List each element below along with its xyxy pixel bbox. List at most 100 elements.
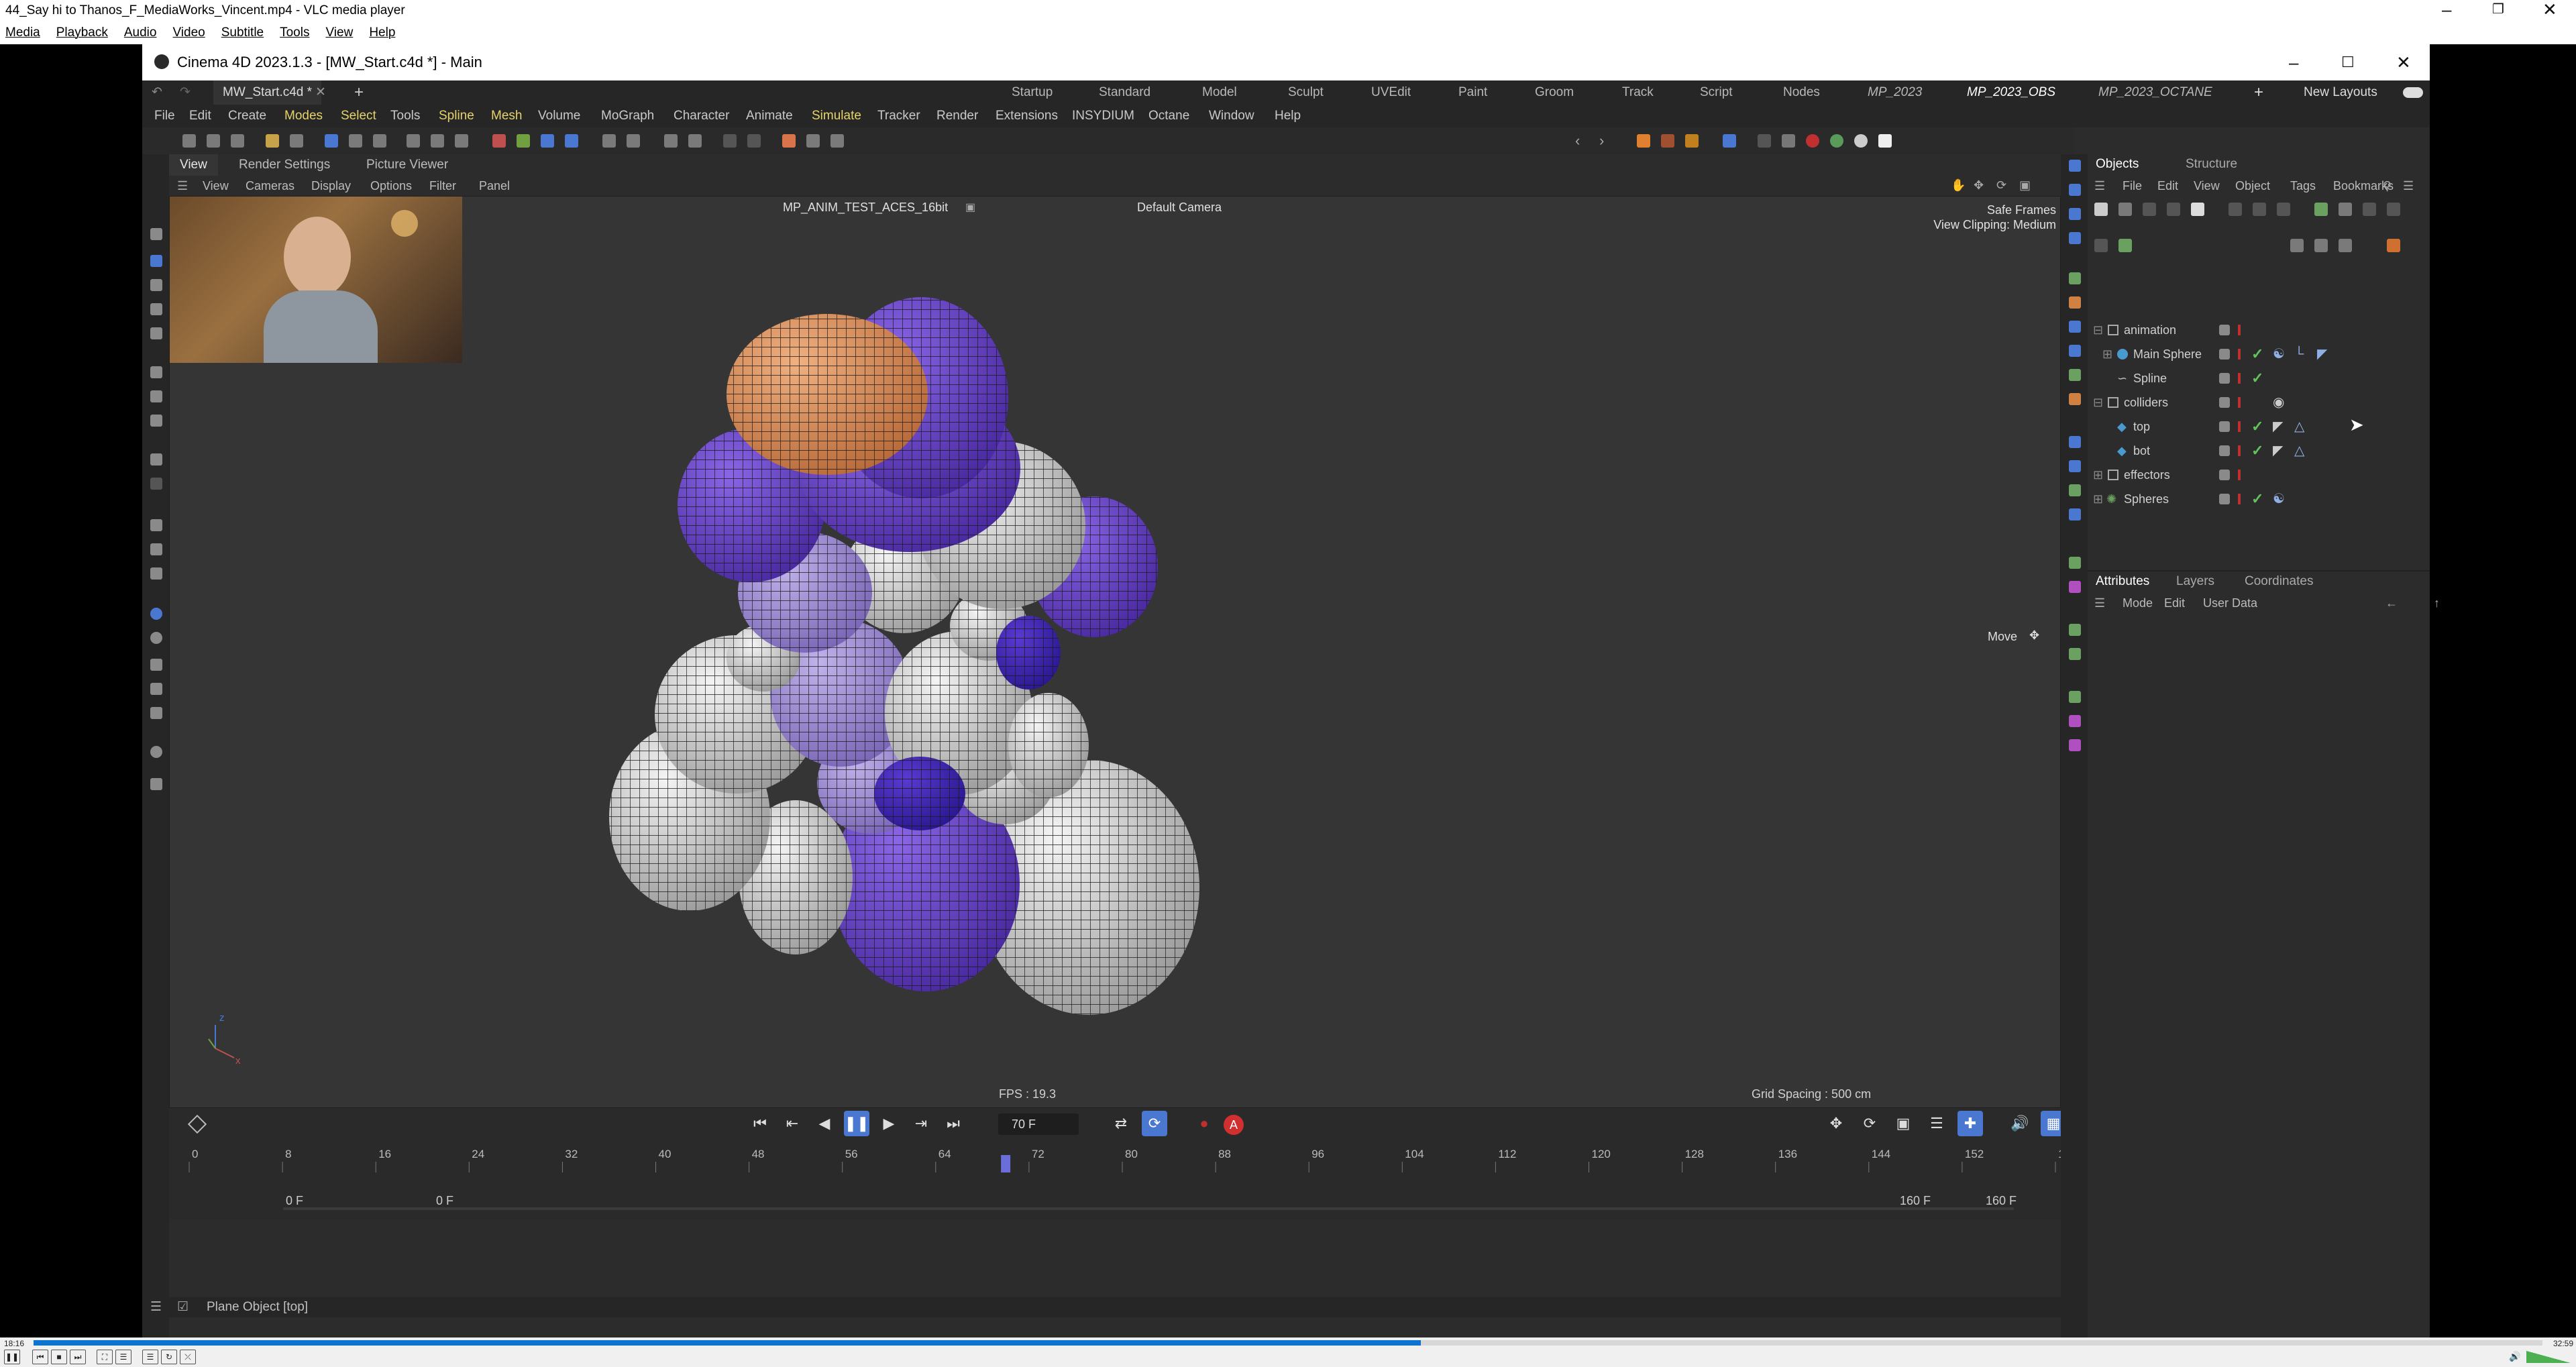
obj-tool-15-icon[interactable] [2290,239,2304,252]
render-dot-icon[interactable] [2238,373,2241,384]
render-region-icon[interactable] [723,134,737,148]
strip-spline-icon[interactable] [2069,321,2081,333]
vlc-menu-help[interactable]: Help [369,21,395,44]
menu-select[interactable]: Select [341,105,376,127]
object-row-spline[interactable]: ∽ Spline ✓ [2088,366,2430,390]
render-picture-icon[interactable] [806,134,820,148]
attr-hamburger-icon[interactable]: ☰ [2094,593,2105,613]
vp-menu-panel[interactable]: Panel [479,176,510,196]
doc-close-icon[interactable]: ✕ [315,80,326,105]
start-frame-b[interactable]: 0 F [436,1194,453,1208]
keyframe-scale-icon[interactable]: ▣ [1890,1111,1916,1136]
octane-material-icon[interactable] [1685,134,1699,148]
range-bar[interactable] [283,1207,2014,1210]
tab-structure[interactable]: Structure [2186,154,2237,174]
snap-icon[interactable] [407,134,420,148]
obj-menu-file[interactable]: File [2123,176,2142,196]
obj-tool-14-icon[interactable] [2118,239,2132,252]
keyframe-icon[interactable] [187,1114,207,1134]
obj-tool-null-icon[interactable] [2094,203,2108,216]
vlc-menu-media[interactable]: Media [5,21,40,44]
tab-paint[interactable]: Paint [1458,80,1487,105]
strip-sim-icon[interactable] [2069,484,2081,496]
object-name[interactable]: colliders [2124,390,2168,415]
scale-tool-icon[interactable] [373,134,386,148]
layout-toggle[interactable] [2403,87,2423,98]
edges-mode-icon[interactable] [231,134,244,148]
obj-tool-close-icon[interactable] [2387,239,2400,252]
menu-animate[interactable]: Animate [746,105,793,127]
color-icon[interactable] [1782,134,1795,148]
new-layouts-label[interactable]: New Layouts [2304,80,2377,105]
maximize-view-icon[interactable]: ▣ [2019,178,2031,193]
x-axis-lock-icon[interactable] [492,134,506,148]
obj-tool-12-icon[interactable] [2387,203,2400,216]
octane-live-icon[interactable] [1661,134,1674,148]
obj-tool-gear-icon[interactable] [2339,203,2352,216]
expand-icon[interactable]: ⊞ [2093,487,2103,511]
keyframe-pos-icon[interactable]: ✥ [1823,1111,1849,1136]
tab-sculpt[interactable]: Sculpt [1288,80,1324,105]
record-icon[interactable]: ● [1191,1111,1217,1136]
tab-nodes[interactable]: Nodes [1783,80,1820,105]
menu-simulate[interactable]: Simulate [812,105,861,127]
object-name[interactable]: top [2133,415,2150,439]
vlc-shuffle-icon[interactable]: ⤫ [180,1350,196,1364]
tool-snap-icon[interactable] [150,478,162,490]
text-tool-icon[interactable] [602,134,616,148]
visibility-toggle[interactable] [2219,349,2230,360]
cloner-tag-icon[interactable]: ☯ [2273,342,2285,366]
expand-icon[interactable]: ⊟ [2093,390,2103,415]
end-frame-a[interactable]: 160 F [1900,1194,1931,1208]
render-dot-icon[interactable] [2238,494,2241,504]
vlc-next-icon[interactable]: ⏭ [70,1350,86,1364]
strip-viewport-icon[interactable] [2069,160,2081,172]
vlc-menu-video[interactable]: Video [172,21,205,44]
tool-dot-icon[interactable] [150,746,162,758]
vlc-playlist-icon[interactable]: ☰ [142,1350,158,1364]
vlc-menu-audio[interactable]: Audio [124,21,157,44]
tab-mp-2023-octane[interactable]: MP_2023_OCTANE [2098,80,2212,105]
strip-volume-icon[interactable] [2069,581,2081,593]
go-to-start-icon[interactable]: ⏮ [747,1111,773,1136]
visibility-toggle[interactable] [2219,325,2230,335]
obj-tool-13-icon[interactable] [2094,239,2108,252]
timeline-ruler[interactable]: 0 8 16 24 32 40 48 56 64 72 80 88 96 104 112 120 128 136 1… [169,1147,2061,1181]
tab-objects[interactable]: Objects [2096,154,2139,174]
menu-render[interactable]: Render [936,105,978,127]
obj-tool-download-icon[interactable] [2191,203,2204,216]
white-square-icon[interactable] [1878,134,1892,148]
prev-key-icon[interactable]: ⇤ [780,1111,805,1136]
obj-tool-17-icon[interactable] [2339,239,2352,252]
display-icon[interactable] [1758,134,1771,148]
obj-tool-7-icon[interactable] [2253,203,2266,216]
grid-icon[interactable] [455,134,468,148]
current-frame-field[interactable]: 70 F [998,1113,1079,1135]
vlc-pause-icon[interactable]: ❚❚ [4,1350,20,1364]
menu-edit[interactable]: Edit [189,105,211,127]
render-dot-icon[interactable] [2238,470,2241,480]
coordinate-system-icon[interactable] [565,134,578,148]
cloner-tag-icon[interactable]: ☯ [2273,487,2285,511]
tool-uv-icon[interactable] [150,366,162,378]
obj-tool-6-icon[interactable] [2229,203,2242,216]
z-axis-lock-icon[interactable] [541,134,554,148]
status-menu-icon[interactable]: ☰ [150,1297,162,1317]
render-dot-icon[interactable] [2238,421,2241,432]
tool-point-icon[interactable] [150,279,162,291]
lock-icon[interactable] [664,134,678,148]
points-mode-icon[interactable] [207,134,220,148]
viewport-hamburger-icon[interactable]: ☰ [177,176,188,196]
visibility-toggle[interactable] [2219,470,2230,480]
measure-icon[interactable] [627,134,640,148]
collider-tag-icon[interactable]: △ [2294,415,2304,439]
keyframe-rot-icon[interactable]: ⟳ [1857,1111,1882,1136]
strip-tag-icon[interactable] [2069,460,2081,472]
loop-icon[interactable]: ⇄ [1108,1111,1134,1136]
menu-create[interactable]: Create [228,105,266,127]
tool-refresh-icon[interactable] [150,543,162,555]
tool-pen-icon[interactable] [150,778,162,790]
end-frame-b[interactable]: 160 F [1986,1194,2017,1208]
strip-camera-icon[interactable] [2069,393,2081,405]
expand-icon[interactable]: ⊞ [2102,342,2112,366]
